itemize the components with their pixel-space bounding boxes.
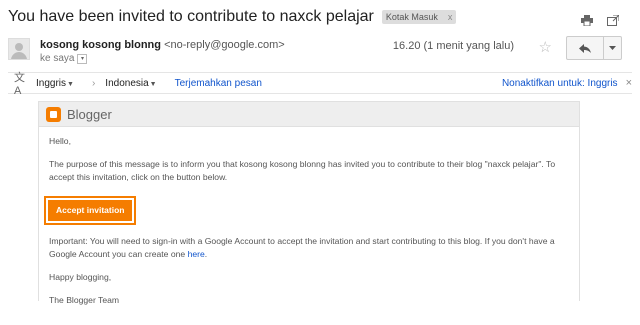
- top-actions: [580, 14, 620, 26]
- arrow-right-icon: ›: [91, 77, 96, 89]
- remove-label-button[interactable]: x: [448, 12, 453, 22]
- sender-avatar: [8, 38, 30, 60]
- email-subject: You have been invited to contribute to n…: [8, 8, 374, 25]
- blogger-logo-icon: [46, 106, 61, 122]
- reply-icon: [579, 43, 591, 53]
- accept-highlight: Accept invitation: [44, 196, 137, 225]
- email-card: Blogger Hello, The purpose of this messa…: [38, 101, 580, 305]
- important-paragraph: Important: You will need to sign-in with…: [49, 235, 569, 261]
- translate-bar: 文A Inggris▼ › Indonesia▼ Terjemahkan pes…: [8, 72, 632, 97]
- chevron-down-icon: [609, 46, 616, 50]
- reply-group: [566, 36, 622, 60]
- close-translate-button[interactable]: ×: [626, 77, 632, 89]
- translate-message-link[interactable]: Terjemahkan pesan: [175, 78, 262, 89]
- sender-line: kosong kosong blonng <no-reply@google.co…: [40, 39, 285, 51]
- period: .: [204, 249, 208, 259]
- print-icon[interactable]: [580, 14, 594, 26]
- create-account-link[interactable]: here: [188, 249, 205, 259]
- sender-email: <no-reply@google.com>: [164, 39, 285, 51]
- subject-row: You have been invited to contribute to n…: [8, 6, 632, 28]
- more-actions-button[interactable]: [604, 36, 622, 60]
- disable-translation-link[interactable]: Nonaktifkan untuk: Inggris: [502, 78, 618, 89]
- blogger-header: Blogger: [39, 102, 579, 127]
- greeting: Hello,: [49, 136, 71, 146]
- accept-invitation-button[interactable]: Accept invitation: [48, 200, 133, 221]
- reply-button[interactable]: [566, 36, 604, 60]
- blogger-brand: Blogger: [67, 106, 112, 122]
- signoff: Happy blogging,: [49, 272, 112, 282]
- important-text: Important: You will need to sign-in with…: [49, 236, 555, 259]
- recipient-line: ke saya ▾: [40, 53, 88, 64]
- invitation-paragraph: The purpose of this message is to inform…: [49, 159, 556, 182]
- star-icon[interactable]: ☆: [539, 38, 552, 56]
- new-window-icon[interactable]: [606, 14, 620, 26]
- sender-name[interactable]: kosong kosong blonng: [40, 39, 161, 51]
- source-language-select[interactable]: Inggris▼: [36, 78, 74, 89]
- translate-icon: 文A: [14, 72, 25, 97]
- source-language-label: Inggris: [36, 77, 67, 89]
- target-language-label: Indonesia: [105, 77, 149, 89]
- target-language-select[interactable]: Indonesia▼: [105, 78, 156, 89]
- to-me-label: ke saya: [40, 53, 75, 64]
- email-body: Hello, The purpose of this message is to…: [39, 127, 579, 325]
- sender-row: kosong kosong blonng <no-reply@google.co…: [8, 36, 632, 68]
- inbox-label[interactable]: Kotak Masuk x: [381, 10, 457, 24]
- details-dropdown-icon[interactable]: ▾: [77, 53, 88, 64]
- email-time: 16.20 (1 menit yang lalu): [392, 40, 514, 52]
- inbox-label-text: Kotak Masuk: [385, 12, 438, 22]
